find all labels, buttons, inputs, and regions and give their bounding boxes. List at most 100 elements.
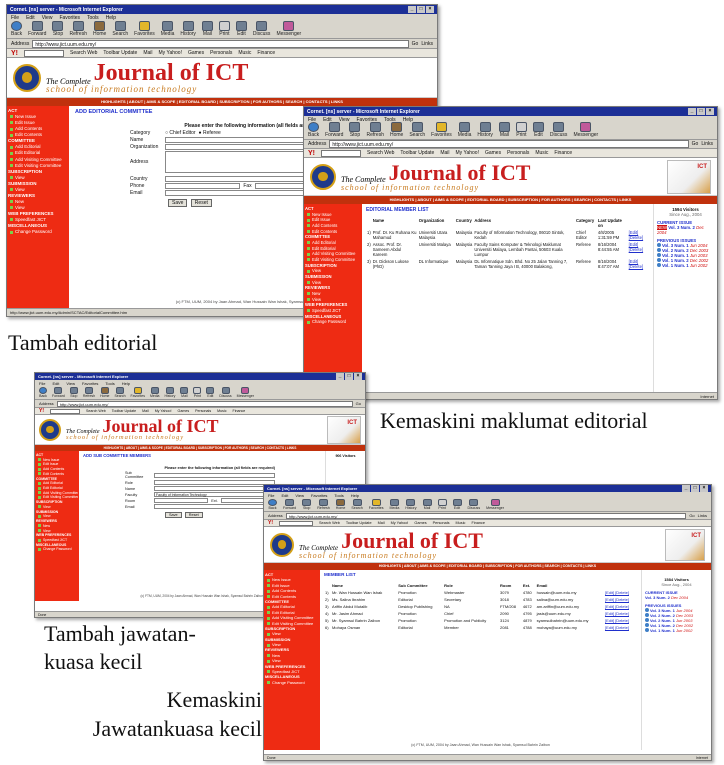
top-nav[interactable]: HIGHLIGHTS | ABOUT | AIMS & SCOPE | EDIT… <box>264 563 711 570</box>
yahoo-personals[interactable]: Personals <box>195 409 211 413</box>
search-button[interactable]: Search <box>409 122 425 138</box>
links-button[interactable]: Links <box>421 41 433 47</box>
room-field[interactable] <box>154 498 209 503</box>
yahoo-finance[interactable]: Finance <box>257 50 275 56</box>
back-button[interactable]: Back <box>39 387 47 398</box>
favorites-button[interactable]: Favorites <box>134 21 155 37</box>
print-button[interactable]: Print <box>218 21 230 37</box>
menu-tools[interactable]: Tools <box>87 15 99 21</box>
close-icon[interactable]: × <box>706 108 714 115</box>
menu-edit[interactable]: Edit <box>52 381 59 386</box>
home-button[interactable]: Home <box>100 387 109 398</box>
yahoo-mail[interactable]: Mail <box>378 521 385 525</box>
discuss-button[interactable]: Discuss <box>253 21 270 37</box>
top-nav[interactable]: HIGHLIGHTS | ABOUT | AIMS & SCOPE | EDIT… <box>304 196 717 204</box>
history-button[interactable]: History <box>405 499 417 510</box>
close-icon[interactable]: × <box>354 373 362 380</box>
yahoo-music[interactable]: Music <box>238 50 251 56</box>
yahoo-music[interactable]: Music <box>456 521 466 525</box>
menu-favorites[interactable]: Favorites <box>59 15 80 21</box>
sidebar-item[interactable]: Add Visiting Committee <box>265 615 319 620</box>
minimize-icon[interactable]: _ <box>336 373 344 380</box>
reset-button[interactable]: Reset <box>190 199 212 207</box>
edit-delete-link[interactable]: [Edit] [Delete] <box>629 242 643 252</box>
forward-button[interactable]: Forward <box>52 387 65 398</box>
links-button[interactable]: Links <box>698 513 707 518</box>
refresh-button[interactable]: Refresh <box>83 387 95 398</box>
maximize-icon[interactable]: □ <box>417 6 425 13</box>
go-button[interactable]: Go <box>412 41 419 47</box>
yahoo-my-yahoo[interactable]: My Yahoo! <box>155 409 172 413</box>
edit-delete-link[interactable]: [Edit] [Delete] <box>605 604 629 609</box>
stop-button[interactable]: Stop <box>349 122 361 138</box>
discuss-button[interactable]: Discuss <box>219 387 232 398</box>
favorites-button[interactable]: Favorites <box>369 499 384 510</box>
yahoo-mail[interactable]: Mail <box>440 150 449 156</box>
yahoo-toolbar-update[interactable]: Toolbar Update <box>346 521 372 525</box>
edit-delete-link[interactable]: [Edit] [Delete] <box>605 611 629 616</box>
edit-delete-link[interactable]: [Edit] [Delete] <box>605 625 629 630</box>
print-button[interactable]: Print <box>515 122 527 138</box>
favorites-button[interactable]: Favorites <box>131 387 145 398</box>
menu-view[interactable]: View <box>295 493 304 498</box>
search-button[interactable]: Search <box>112 21 128 37</box>
edit-button[interactable]: Edit <box>452 499 462 510</box>
history-button[interactable]: History <box>165 387 175 398</box>
edit-button[interactable]: Edit <box>532 122 544 138</box>
home-button[interactable]: Home <box>93 21 106 37</box>
reset-button[interactable]: Reset <box>184 512 203 518</box>
edit-delete-link[interactable]: [Edit] [Delete] <box>605 597 629 602</box>
yahoo-personals[interactable]: Personals <box>433 521 450 525</box>
back-button[interactable]: Back <box>11 21 22 37</box>
refresh-button[interactable]: Refresh <box>317 499 330 510</box>
edit-delete-link[interactable]: [Edit] [Delete] <box>605 618 629 623</box>
search-button[interactable]: Search <box>351 499 363 510</box>
url-input[interactable]: http://www.jict.uum.edu.my/ <box>32 39 409 48</box>
forward-button[interactable]: Forward <box>325 122 343 138</box>
referee-radio[interactable]: ● Referee <box>199 130 221 136</box>
current-issue-link[interactable]: Vol. 3 Num. 2 Dec 2004 <box>645 595 708 600</box>
menu-help[interactable]: Help <box>351 493 359 498</box>
yahoo-search-web[interactable]: Search Web <box>367 150 394 156</box>
menu-help[interactable]: Help <box>106 15 116 21</box>
faculty-field[interactable]: Faculty of Information Technology <box>154 492 275 497</box>
subcommittee-field[interactable] <box>154 472 275 478</box>
yahoo-finance[interactable]: Finance <box>554 150 572 156</box>
back-button[interactable]: Back <box>268 499 277 510</box>
save-button[interactable]: Save <box>168 199 188 207</box>
yahoo-games[interactable]: Games <box>178 409 190 413</box>
sidebar-item[interactable]: Change Password <box>36 547 78 552</box>
messenger-button[interactable]: Messenger <box>486 499 504 510</box>
media-button[interactable]: Media <box>150 387 160 398</box>
yahoo-search-web[interactable]: Search Web <box>70 50 97 56</box>
yahoo-my-yahoo[interactable]: My Yahoo! <box>159 50 182 56</box>
menu-edit[interactable]: Edit <box>26 15 35 21</box>
sidebar-item[interactable]: Change Password <box>8 229 68 235</box>
history-button[interactable]: History <box>477 122 493 138</box>
forward-button[interactable]: Forward <box>28 21 46 37</box>
edit-button[interactable]: Edit <box>235 21 247 37</box>
url-input[interactable]: http://www.jict.uum.edu.my/ <box>56 400 353 407</box>
menu-favorites[interactable]: Favorites <box>311 493 327 498</box>
stop-button[interactable]: Stop <box>302 499 312 510</box>
stop-button[interactable]: Stop <box>69 387 78 398</box>
favorites-button[interactable]: Favorites <box>431 122 452 138</box>
yahoo-mail[interactable]: Mail <box>143 50 152 56</box>
yahoo-search-input[interactable] <box>279 520 313 526</box>
discuss-button[interactable]: Discuss <box>550 122 567 138</box>
forward-button[interactable]: Forward <box>283 499 296 510</box>
mail-button[interactable]: Mail <box>201 21 213 37</box>
mail-button[interactable]: Mail <box>498 122 510 138</box>
stop-button[interactable]: Stop <box>52 21 64 37</box>
minimize-icon[interactable]: _ <box>408 6 416 13</box>
email-field[interactable] <box>154 504 275 509</box>
menu-tools[interactable]: Tools <box>334 493 343 498</box>
yahoo-games[interactable]: Games <box>188 50 204 56</box>
history-button[interactable]: History <box>180 21 196 37</box>
links-button[interactable]: Links <box>701 141 713 147</box>
yahoo-search-input[interactable] <box>24 49 64 57</box>
refresh-button[interactable]: Refresh <box>366 122 384 138</box>
previous-issue-link[interactable]: Vol. 1 Num. 1 Jun 2002 <box>657 263 714 268</box>
search-button[interactable]: Search <box>114 387 126 398</box>
yahoo-search-web[interactable]: Search Web <box>319 521 340 525</box>
